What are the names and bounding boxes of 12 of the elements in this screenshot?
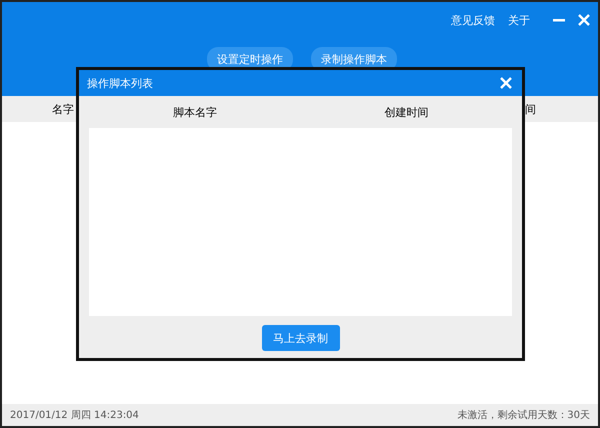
- status-datetime: 2017/01/12 周四 14:23:04: [10, 409, 139, 422]
- header-link[interactable]: 关于: [508, 12, 530, 28]
- column-header: 间: [525, 102, 536, 116]
- column-header: 名字: [52, 102, 74, 116]
- trial-status: 未激活，剩余试用天数：30天: [457, 408, 590, 422]
- close-icon[interactable]: [500, 77, 512, 89]
- header-link[interactable]: 意见反馈: [451, 12, 495, 28]
- record-button[interactable]: 马上去录制: [262, 325, 340, 351]
- column-header: 创建时间: [383, 104, 430, 120]
- column-header: 脚本名字: [172, 104, 218, 120]
- dialog-title: 操作脚本列表: [87, 76, 153, 90]
- close-icon[interactable]: [578, 14, 590, 26]
